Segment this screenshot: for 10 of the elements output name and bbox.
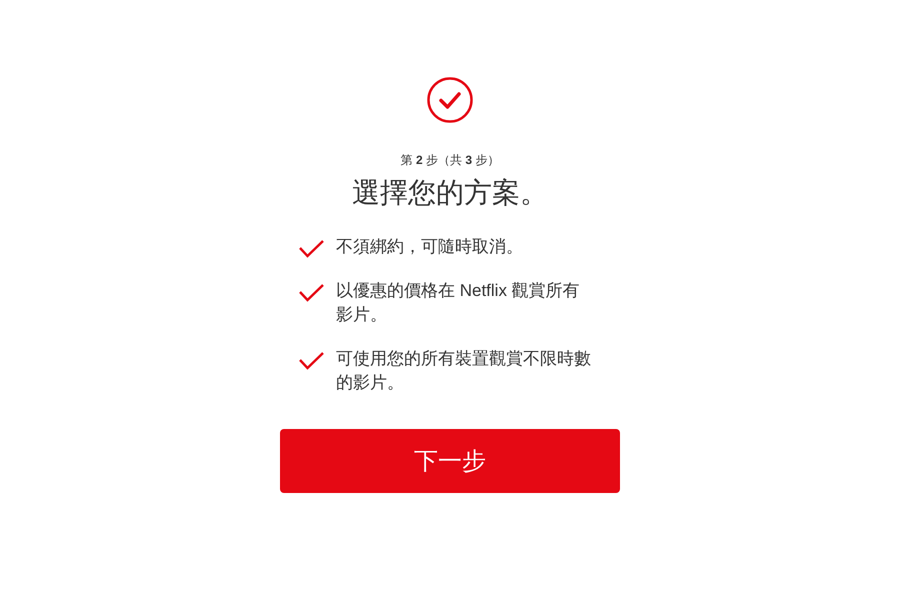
- check-icon: [298, 239, 325, 259]
- next-button[interactable]: 下一步: [280, 429, 620, 493]
- feature-text: 不須綁約，可隨時取消。: [336, 236, 524, 258]
- feature-text: 可使用您的所有裝置觀賞不限時數的影片。: [336, 348, 592, 394]
- feature-text: 以優惠的價格在 Netflix 觀賞所有影片。: [336, 280, 581, 326]
- checkmark-circle-icon: [427, 77, 473, 123]
- page-title: 選擇您的方案。: [352, 176, 548, 210]
- check-icon: [298, 351, 325, 371]
- check-icon: [298, 283, 325, 303]
- step-indicator: 第 2 步（共 3 步）: [400, 152, 500, 169]
